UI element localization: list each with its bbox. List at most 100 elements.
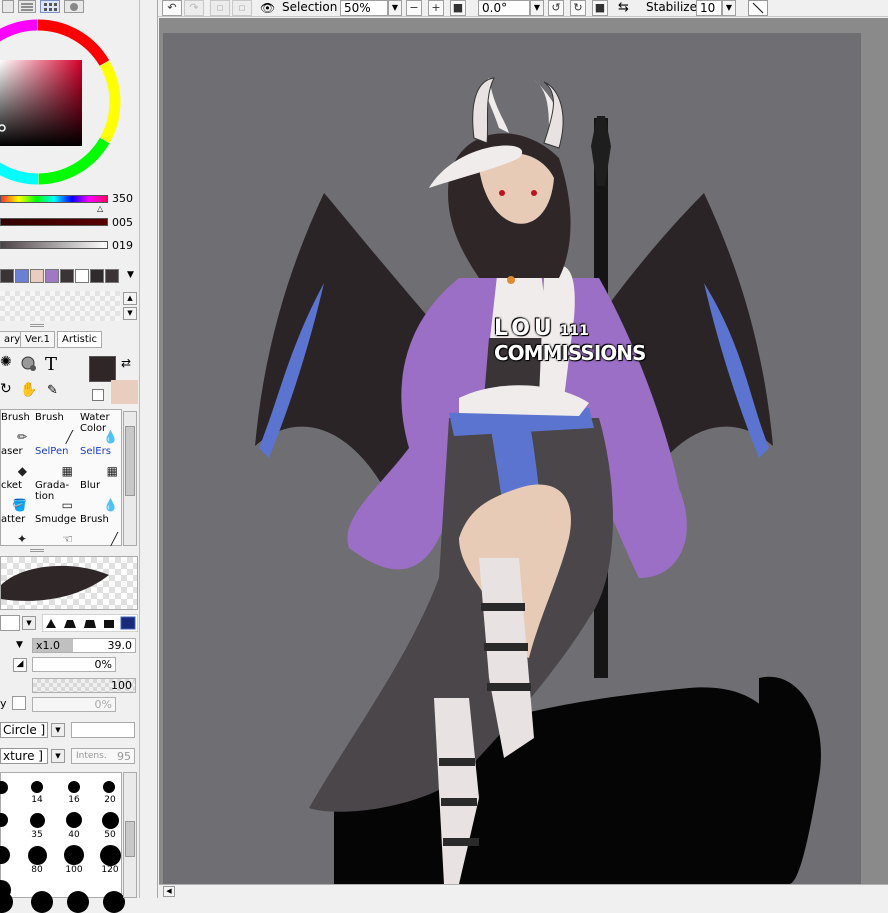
swap-colors-icon[interactable]: ⇄ [121, 356, 131, 370]
color-swatch[interactable] [15, 269, 29, 283]
panel-grip[interactable] [30, 324, 44, 327]
chevron-down-icon[interactable]: ▼ [51, 749, 65, 763]
slider-thumb[interactable]: △ [97, 204, 103, 213]
rotation-field[interactable]: 0.0° [478, 0, 530, 16]
tool-cell[interactable]: SelErs ▦ [78, 446, 122, 480]
tool-cell[interactable]: cket 🪣 [1, 480, 31, 514]
blend-mode-dropdown[interactable] [0, 615, 20, 631]
eyedropper-icon[interactable]: ✎ [47, 383, 58, 398]
tool-cell[interactable]: SelPen ▦ [33, 446, 77, 480]
wand-icon[interactable]: ✺ [0, 354, 12, 370]
tool-cell[interactable]: aser ◆ [1, 446, 31, 480]
brush-size-dot[interactable] [0, 891, 13, 913]
zoom-out-button[interactable]: − [406, 0, 422, 16]
partial-field[interactable]: 0% [32, 697, 116, 712]
hand-icon[interactable]: ✋ [20, 382, 37, 398]
shape-intensity-field[interactable] [71, 722, 135, 738]
hue-slider[interactable] [0, 195, 108, 203]
panel-grip[interactable] [30, 549, 44, 552]
scratchpad-area[interactable] [0, 291, 120, 321]
brush-size-dot[interactable] [101, 811, 119, 829]
size-scrollbar[interactable] [123, 772, 137, 898]
rotate-right-button[interactable]: ↻ [570, 0, 586, 16]
chevron-down-icon[interactable]: ▼ [22, 616, 36, 630]
tool-scrollbar[interactable] [123, 411, 137, 546]
canvas-artwork[interactable] [159, 18, 888, 884]
tool-cell[interactable]: Brush ✏ [1, 412, 31, 446]
checkbox[interactable] [12, 696, 26, 710]
scratchpad-tab[interactable] [64, 0, 84, 13]
brush-size-dot[interactable] [67, 891, 89, 913]
size-field[interactable]: x1.0 39.0 [32, 638, 136, 653]
brush-tip-shapes[interactable] [42, 614, 138, 632]
redo-button[interactable]: ↷ [184, 0, 204, 16]
rotate-icon[interactable]: ↻ [0, 381, 12, 397]
stabilizer-field[interactable]: 10 [696, 0, 722, 16]
text-tool-icon[interactable]: T [45, 354, 57, 375]
brush-size-dot[interactable] [0, 781, 8, 794]
texture-dropdown[interactable]: xture ] [0, 748, 48, 764]
brush-size-dot[interactable] [29, 812, 45, 828]
panel-splitter[interactable] [140, 0, 158, 898]
brush-size-dot[interactable] [31, 781, 43, 793]
brush-size-dot[interactable] [31, 891, 53, 913]
min-size-field[interactable]: 0% [32, 657, 116, 672]
color-swatch[interactable] [0, 269, 14, 283]
intensity-field[interactable]: Intens. 95 [71, 748, 135, 764]
rotate-reset-button[interactable]: ■ [592, 0, 608, 16]
chevron-down-icon[interactable]: ▼ [16, 640, 23, 650]
tab-artistic[interactable]: Artistic [57, 331, 103, 348]
color-swatch[interactable] [75, 269, 89, 283]
deselect-button[interactable]: ▫ [210, 0, 230, 16]
brush-size-dot[interactable] [64, 845, 84, 865]
brush-size-dot[interactable] [27, 845, 47, 865]
chevron-down-icon[interactable]: ▼ [127, 270, 134, 280]
chevron-down-icon[interactable]: ▼ [388, 0, 402, 16]
canvas-area[interactable]: LOU 111 COMMISSIONS [159, 18, 888, 884]
undo-button[interactable]: ↶ [162, 0, 182, 16]
saturation-slider[interactable] [0, 218, 108, 226]
brush-size-dot[interactable] [103, 781, 115, 793]
brush-size-dot[interactable] [0, 846, 10, 864]
brush-size-dot[interactable] [68, 781, 80, 793]
tool-cell[interactable]: Brush ╱ [33, 412, 77, 446]
color-swatch[interactable] [30, 269, 44, 283]
tool-cell[interactable]: atter ✦ [1, 514, 31, 548]
zoom-reset-button[interactable]: ■ [450, 0, 466, 16]
density-field[interactable]: 100 [32, 678, 136, 693]
color-wheel-tab[interactable] [2, 0, 14, 13]
chevron-down-icon[interactable]: ▼ [530, 0, 544, 16]
tool-cell[interactable]: Grada- tion ▭ [33, 480, 77, 514]
swatch-grid-tab[interactable] [40, 0, 60, 13]
chevron-down-icon[interactable]: ▼ [722, 0, 736, 16]
primary-color[interactable] [89, 356, 116, 382]
tool-cell[interactable]: Brush ╱ [78, 514, 122, 548]
value-slider[interactable] [0, 241, 108, 249]
tool-cell[interactable]: Blur 💧 [78, 480, 122, 514]
pressure-icon[interactable]: ◢ [13, 658, 27, 672]
selection-label[interactable]: Selection [282, 0, 337, 15]
color-swatch[interactable] [90, 269, 104, 283]
tool-cell[interactable]: Water Color 💧 [78, 412, 122, 446]
brush-size-dot[interactable] [66, 812, 82, 828]
transparent-color-icon[interactable] [92, 389, 104, 401]
chevron-down-icon[interactable]: ▼ [51, 723, 65, 737]
slider-view-tab[interactable] [18, 0, 36, 13]
shape-dropdown[interactable]: Circle ] [0, 722, 48, 738]
zoom-field[interactable]: 50% [340, 0, 388, 16]
tool-cell[interactable]: Smudge ☜ [33, 514, 77, 548]
horizontal-scrollbar[interactable]: ◀ [159, 884, 888, 898]
zoom-in-button[interactable]: + [428, 0, 444, 16]
tab-ver1[interactable]: Ver.1 [20, 331, 55, 348]
brush-size-dot[interactable] [0, 813, 8, 827]
brush-size-dot[interactable] [103, 891, 125, 913]
scroll-left-button[interactable]: ◀ [163, 886, 175, 897]
size-multiplier[interactable]: x1.0 [36, 639, 60, 652]
brush-size-dot[interactable] [99, 844, 121, 866]
color-swatch[interactable] [105, 269, 119, 283]
scroll-up-button[interactable]: ▲ [123, 292, 137, 305]
color-wheel[interactable] [0, 16, 130, 188]
bucket-fill-icon[interactable] [19, 354, 39, 374]
color-swatch[interactable] [45, 269, 59, 283]
invert-selection-button[interactable]: ▫ [232, 0, 252, 16]
